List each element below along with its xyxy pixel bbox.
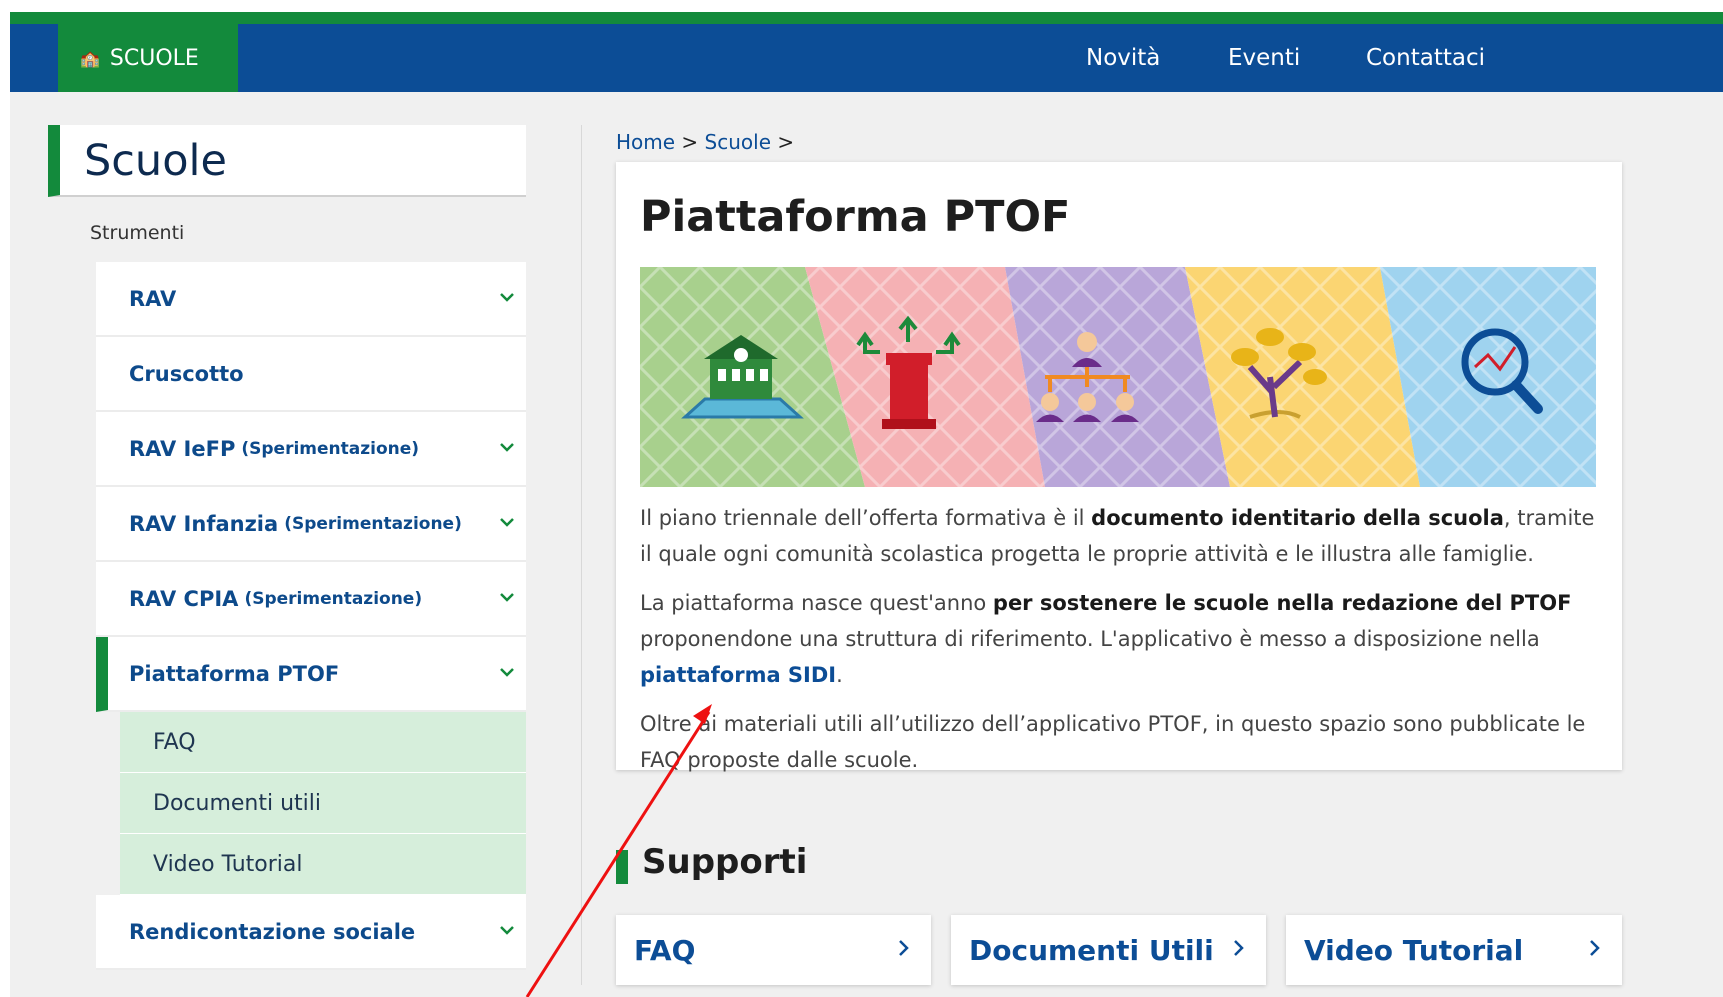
chevron-down-icon[interactable] xyxy=(498,288,516,306)
sidebar-item-label: RAV Infanzia xyxy=(129,511,279,536)
chevron-down-icon[interactable] xyxy=(498,513,516,531)
support-card-faq[interactable]: FAQ xyxy=(616,915,931,985)
sidebar-subitem-documenti-utili[interactable]: Documenti utili xyxy=(120,773,526,834)
nav-link-eventi[interactable]: Eventi xyxy=(1228,24,1300,92)
sidebar-subitem-faq[interactable]: FAQ xyxy=(120,712,526,773)
breadcrumb-separator: > xyxy=(681,130,699,154)
sidebar-menu: RAV Cruscotto RAV IeFP (Sperimentazione)… xyxy=(96,262,526,970)
column-divider xyxy=(581,125,582,985)
support-card-documenti-utili[interactable]: Documenti Utili xyxy=(951,915,1266,985)
paragraph-intro: Il piano triennale dell’offerta formativ… xyxy=(640,506,1595,566)
school-icon: 🏫 xyxy=(80,48,100,68)
sidebar-item-label: RAV xyxy=(129,286,177,311)
sidebar-item-rav-cpia[interactable]: RAV CPIA (Sperimentazione) xyxy=(96,562,526,637)
sidebar-item-cruscotto[interactable]: Cruscotto xyxy=(96,337,526,412)
breadcrumb-separator: > xyxy=(777,130,795,154)
sidebar-header: Scuole xyxy=(48,125,526,197)
chevron-down-icon[interactable] xyxy=(498,438,516,456)
chevron-right-icon xyxy=(899,940,909,956)
nav-link-novita[interactable]: Novità xyxy=(1086,24,1160,92)
section-accent xyxy=(616,850,628,884)
sidebar-item-label: Cruscotto xyxy=(129,361,244,386)
sidebar-item-rav[interactable]: RAV xyxy=(96,262,526,337)
brand-link[interactable]: 🏫 SCUOLE xyxy=(58,24,238,92)
sidebar-title: Scuole xyxy=(84,136,227,186)
banner-image xyxy=(640,267,1596,487)
sidebar-item-rendicontazione-sociale[interactable]: Rendicontazione sociale xyxy=(96,895,526,970)
top-accent-bar xyxy=(10,12,1723,24)
sidebar-item-note: (Sperimentazione) xyxy=(284,513,462,534)
sidebar-item-label: Piattaforma PTOF xyxy=(129,661,340,686)
sidebar-item-label: RAV IeFP xyxy=(129,436,236,461)
chevron-down-icon[interactable] xyxy=(498,921,516,939)
card-body: Il piano triennale dell’offerta formativ… xyxy=(640,500,1598,791)
paragraph-materials: Oltre ai materiali utili all’utilizzo de… xyxy=(640,712,1586,772)
support-card-label: FAQ xyxy=(634,933,696,967)
support-card-label: Documenti Utili xyxy=(969,933,1214,967)
page-title: Piattaforma PTOF xyxy=(640,192,1071,242)
brand-label: SCUOLE xyxy=(109,45,199,71)
sidebar-item-label: Rendicontazione sociale xyxy=(129,919,416,944)
chevron-right-icon xyxy=(1590,940,1600,956)
navbar: 🏫 SCUOLE Novità Eventi Contattaci xyxy=(10,24,1723,92)
support-card-label: Video Tutorial xyxy=(1304,933,1524,967)
chevron-down-icon[interactable] xyxy=(498,588,516,606)
sidebar-subitem-video-tutorial[interactable]: Video Tutorial xyxy=(120,834,526,895)
sidebar-item-label: RAV CPIA xyxy=(129,586,239,611)
chevron-right-icon xyxy=(1234,940,1244,956)
nav-link-contattaci[interactable]: Contattaci xyxy=(1366,24,1485,92)
sidebar-item-rav-iefp[interactable]: RAV IeFP (Sperimentazione) xyxy=(96,412,526,487)
link-piattaforma-sidi[interactable]: piattaforma SIDI xyxy=(640,663,836,687)
breadcrumb: Home > Scuole > xyxy=(616,130,794,154)
content-card: Piattaforma PTOF Il piano triennale dell… xyxy=(616,162,1622,772)
sidebar-item-note: (Sperimentazione) xyxy=(244,588,423,609)
support-card-video-tutorial[interactable]: Video Tutorial xyxy=(1286,915,1622,985)
breadcrumb-home[interactable]: Home xyxy=(616,130,675,154)
sidebar-subtitle: Strumenti xyxy=(90,222,185,244)
sidebar-item-rav-infanzia[interactable]: RAV Infanzia (Sperimentazione) xyxy=(96,487,526,562)
section-title-supporti: Supporti xyxy=(642,842,808,882)
sidebar-item-piattaforma-ptof[interactable]: Piattaforma PTOF xyxy=(96,637,526,712)
breadcrumb-scuole[interactable]: Scuole xyxy=(705,130,771,154)
paragraph-platform: La piattaforma nasce quest'anno per sost… xyxy=(640,591,1572,687)
sidebar-item-note: (Sperimentazione) xyxy=(241,438,420,459)
chevron-down-icon[interactable] xyxy=(498,663,516,681)
